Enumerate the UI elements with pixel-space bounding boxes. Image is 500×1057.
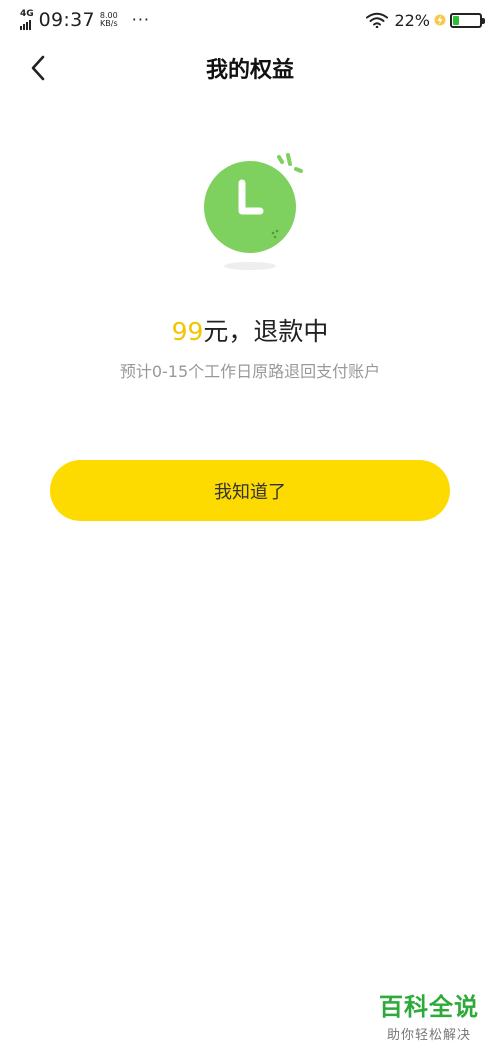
status-left: 4G 09:37 8.00 KB/s ···: [20, 9, 150, 31]
battery-icon: [450, 12, 485, 28]
wifi-icon: [366, 12, 389, 28]
status-bar: 4G 09:37 8.00 KB/s ··· 22%: [0, 0, 500, 40]
battery-percent: 22%: [394, 10, 430, 30]
page-title: 我的权益: [205, 58, 294, 83]
clock-illustration: [195, 145, 310, 275]
battery-fill: [453, 15, 459, 25]
refund-hint: 预计0-15个工作日原路退回支付账户: [119, 362, 381, 381]
refund-status-text: 元，退款中: [203, 317, 329, 346]
network-type: 4G: [20, 9, 34, 19]
refund-status: 99元，退款中: [0, 312, 500, 348]
watermark-subtitle: 助你轻松解决: [386, 1028, 471, 1043]
clock-icon: [204, 153, 303, 270]
clock-time: 09:37: [38, 9, 95, 31]
refund-screen: 4G 09:37 8.00 KB/s ··· 22% 我的权益 99元，退款中 …: [0, 0, 500, 1057]
nav-bar: 我的权益: [0, 40, 500, 96]
signal-icon: 4G: [20, 10, 34, 30]
speed-unit: KB/s: [100, 19, 118, 28]
more-notifications-icon: ···: [131, 10, 150, 29]
watermark-logo: 百科全说 助你轻松解决: [374, 987, 484, 1043]
refund-amount: 99: [171, 317, 204, 346]
signal-bars: [20, 20, 31, 30]
watermark-title: 百科全说: [379, 993, 479, 1021]
network-speed: 8.00 KB/s: [100, 12, 118, 28]
charging-icon: [434, 14, 446, 26]
status-right: 22%: [366, 10, 485, 30]
got-it-button[interactable]: 我知道了: [50, 460, 450, 521]
